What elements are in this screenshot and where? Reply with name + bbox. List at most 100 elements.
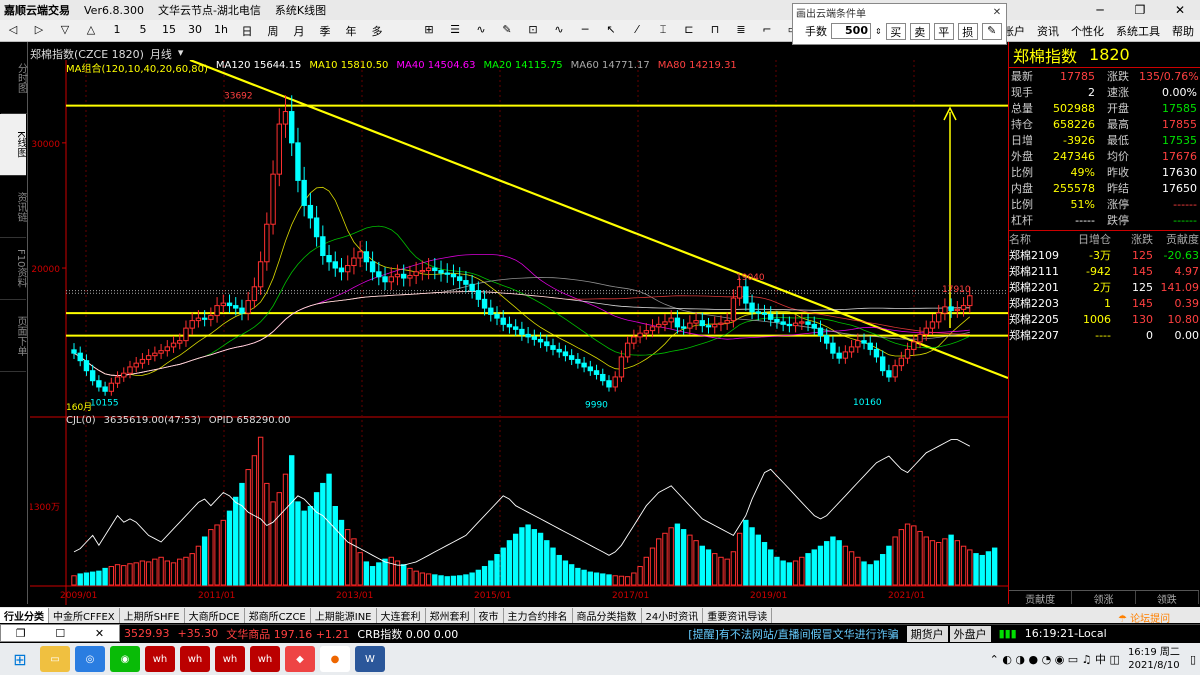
market-tab-4[interactable]: 郑商所CZCE <box>245 607 311 623</box>
word-icon[interactable]: W <box>355 646 385 672</box>
market-tab-7[interactable]: 郑州套利 <box>426 607 475 623</box>
toolbar-tool-5[interactable]: 5 <box>130 23 156 39</box>
right-tab-0[interactable]: 贡献度 <box>1009 591 1073 606</box>
toolbar-tool-28[interactable]: ≣ <box>728 23 754 39</box>
toolbar-tool-27[interactable]: ⊓ <box>702 23 728 39</box>
kline-chart[interactable]: 30000 20000 1300万 2009/01 2011/01 2013/01 2015… <box>30 60 1008 605</box>
draw-pen-icon[interactable]: ✎ <box>981 22 1002 40</box>
close-icon[interactable]: ✕ <box>1160 3 1200 17</box>
toolbar-tool-4[interactable]: 1 <box>104 23 130 39</box>
toolbar-tool-20[interactable]: ⊡ <box>520 23 546 39</box>
header-name[interactable]: 名称 <box>1009 231 1071 247</box>
qty-input[interactable]: 500 <box>831 23 871 39</box>
market-tab-2[interactable]: 上期所SHFE <box>120 607 185 623</box>
right-tab-1[interactable]: 领涨 <box>1072 591 1136 606</box>
contract-name[interactable]: 郑棉2109 <box>1009 247 1071 263</box>
toolbar-tool-18[interactable]: ∿ <box>468 23 494 39</box>
toolbar-tool-3[interactable]: △ <box>78 23 104 39</box>
market-tab-11[interactable]: 24小时资讯 <box>642 607 704 623</box>
market-tab-8[interactable]: 夜市 <box>475 607 504 623</box>
toolbar-tool-9[interactable]: 日 <box>234 23 260 39</box>
toolbar-tool-21[interactable]: ∿ <box>546 23 572 39</box>
contract-name[interactable]: 郑棉2207 <box>1009 327 1071 343</box>
notice-text[interactable]: [提醒]有不法网站/直播间假冒文华进行诈骗 <box>688 626 898 642</box>
contract-row[interactable]: 郑棉2111 -942 145 4.97 <box>1009 263 1200 279</box>
browser-icon[interactable]: ◎ <box>75 646 105 672</box>
wenhua-icon-2[interactable]: wh <box>180 646 210 672</box>
toolbar-tool-25[interactable]: ⌶ <box>650 23 676 39</box>
toolbar-tool-24[interactable]: ⁄ <box>624 23 650 39</box>
toolbar-tool-0[interactable]: ◁ <box>0 23 26 39</box>
toolbar-tool-10[interactable]: 周 <box>260 23 286 39</box>
close-small-icon[interactable]: ✕ <box>95 627 104 640</box>
toolbar-tool-13[interactable]: 年 <box>338 23 364 39</box>
stop-loss-button[interactable]: 损 <box>957 22 978 40</box>
market-tab-0[interactable]: 行业分类 <box>0 607 49 623</box>
qty-spinner-icon[interactable]: ⇕ <box>875 27 882 36</box>
toolbar-tool-2[interactable]: ▽ <box>52 23 78 39</box>
wenhua-icon-3[interactable]: wh <box>215 646 245 672</box>
tray-icons[interactable]: ⌃ ◐ ◑ ● ◔ ◉ ▭ ♫ 中 ◫ <box>990 651 1120 667</box>
header-contribution[interactable]: 贡献度 <box>1153 231 1199 247</box>
vol-name[interactable]: CJL(0) <box>66 415 96 429</box>
file-explorer-icon[interactable]: ▭ <box>40 646 70 672</box>
toolbar-tool-14[interactable]: 多 <box>364 23 390 39</box>
contract-name[interactable]: 郑棉2111 <box>1009 263 1071 279</box>
contract-row[interactable]: 郑棉2201 2万 125 141.09 <box>1009 279 1200 295</box>
toolbar-tool-17[interactable]: ☰ <box>442 23 468 39</box>
sell-button[interactable]: 卖 <box>909 22 930 40</box>
contract-row[interactable]: 郑棉2207 ---- 0 0.00 <box>1009 327 1200 343</box>
buy-button[interactable]: 买 <box>885 22 906 40</box>
toolbar-tool-6[interactable]: 15 <box>156 23 182 39</box>
toolbar-tool-11[interactable]: 月 <box>286 23 312 39</box>
wechat-icon[interactable]: ◉ <box>110 646 140 672</box>
toolbar-tool-1[interactable]: ▷ <box>26 23 52 39</box>
toolbar-tool-19[interactable]: ✎ <box>494 23 520 39</box>
market-tab-12[interactable]: 重要资讯导读 <box>703 607 773 623</box>
maximize-small-icon[interactable]: ☐ <box>55 627 65 640</box>
dialog-close-icon[interactable]: ✕ <box>988 7 1006 18</box>
forum-link[interactable]: ☂ 论坛提问 <box>1118 610 1170 625</box>
chevron-down-icon[interactable]: ▾ <box>178 46 184 60</box>
toolbar-tool-15[interactable] <box>390 23 416 39</box>
chart-period[interactable]: 月线 <box>150 46 172 61</box>
futures-account-button[interactable]: 期货户 <box>906 625 948 642</box>
toolbar-tool-22[interactable]: ─ <box>572 23 598 39</box>
contract-name[interactable]: 郑棉2203 <box>1009 295 1071 311</box>
header-oi[interactable]: 日增仓 <box>1071 231 1111 247</box>
wenhua-icon-1[interactable]: wh <box>145 646 175 672</box>
right-tab-2[interactable]: 领跌 <box>1136 591 1199 606</box>
toolbar-tool-8[interactable]: 1h <box>208 23 234 39</box>
contract-row[interactable]: 郑棉2109 -3万 125 -20.63 <box>1009 247 1200 263</box>
restore-icon[interactable]: ❐ <box>16 627 26 640</box>
close-position-button[interactable]: 平 <box>933 22 954 40</box>
tab-order[interactable]: 页面下单 <box>0 300 26 372</box>
header-change[interactable]: 涨跌 <box>1111 231 1153 247</box>
toolbar-tool-16[interactable]: ⊞ <box>416 23 442 39</box>
menu-item-2[interactable]: 个性化 <box>1071 23 1104 39</box>
menu-item-4[interactable]: 帮助 <box>1172 23 1194 39</box>
market-tab-3[interactable]: 大商所DCE <box>185 607 245 623</box>
toolbar-tool-26[interactable]: ⊏ <box>676 23 702 39</box>
market-tab-10[interactable]: 商品分类指数 <box>573 607 642 623</box>
tab-news-chain[interactable]: 资讯链 <box>0 176 26 238</box>
toolbar-tool-12[interactable]: 季 <box>312 23 338 39</box>
toolbar-tool-7[interactable]: 30 <box>182 23 208 39</box>
market-tab-6[interactable]: 大连套利 <box>377 607 426 623</box>
app-circle-icon[interactable]: ● <box>320 646 350 672</box>
contract-row[interactable]: 郑棉2205 1006 130 10.80 <box>1009 311 1200 327</box>
contract-name[interactable]: 郑棉2201 <box>1009 279 1071 295</box>
wenhua-icon-4[interactable]: wh <box>250 646 280 672</box>
market-tab-9[interactable]: 主力合约排名 <box>504 607 573 623</box>
market-tab-5[interactable]: 上期能源INE <box>311 607 377 623</box>
tab-f10[interactable]: F10资料 <box>0 238 26 300</box>
contract-name[interactable]: 郑棉2205 <box>1009 311 1071 327</box>
maximize-icon[interactable]: ❐ <box>1120 3 1160 17</box>
app-car-icon[interactable]: ◆ <box>285 646 315 672</box>
minimize-icon[interactable]: ─ <box>1080 3 1120 17</box>
windows-start-icon[interactable]: ⊞ <box>5 646 35 672</box>
toolbar-tool-29[interactable]: ⌐ <box>754 23 780 39</box>
menu-item-3[interactable]: 系统工具 <box>1116 23 1160 39</box>
toolbar-tool-23[interactable]: ↖ <box>598 23 624 39</box>
foreign-account-button[interactable]: 外盘户 <box>949 625 991 642</box>
